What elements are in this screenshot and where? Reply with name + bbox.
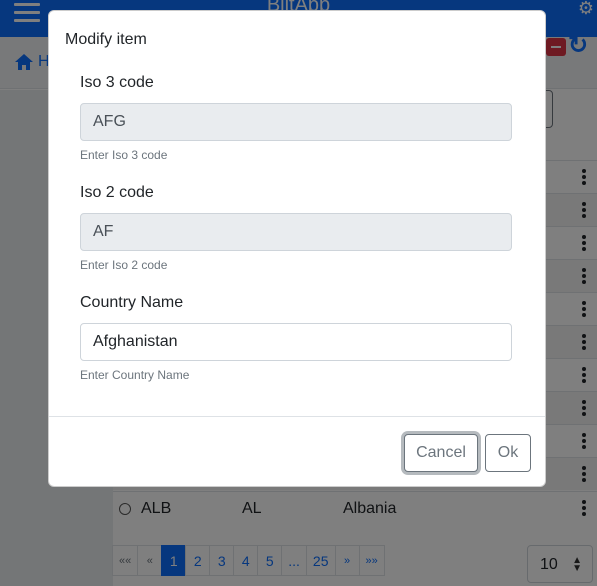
country-name-input[interactable] xyxy=(80,323,512,361)
country-name-label: Country Name xyxy=(80,294,184,311)
iso3-help: Enter Iso 3 code xyxy=(80,148,168,162)
iso2-input[interactable] xyxy=(80,213,512,251)
modal-title: Modify item xyxy=(65,31,147,48)
iso3-input[interactable] xyxy=(80,103,512,141)
modal-footer-divider xyxy=(49,416,545,417)
country-name-help: Enter Country Name xyxy=(80,368,190,382)
ok-button[interactable]: Ok xyxy=(485,434,531,472)
iso2-label: Iso 2 code xyxy=(80,184,154,201)
modify-item-dialog: Modify item Iso 3 code Enter Iso 3 code … xyxy=(48,10,546,487)
cancel-button[interactable]: Cancel xyxy=(404,434,478,472)
iso3-label: Iso 3 code xyxy=(80,74,154,91)
iso2-help: Enter Iso 2 code xyxy=(80,258,168,272)
